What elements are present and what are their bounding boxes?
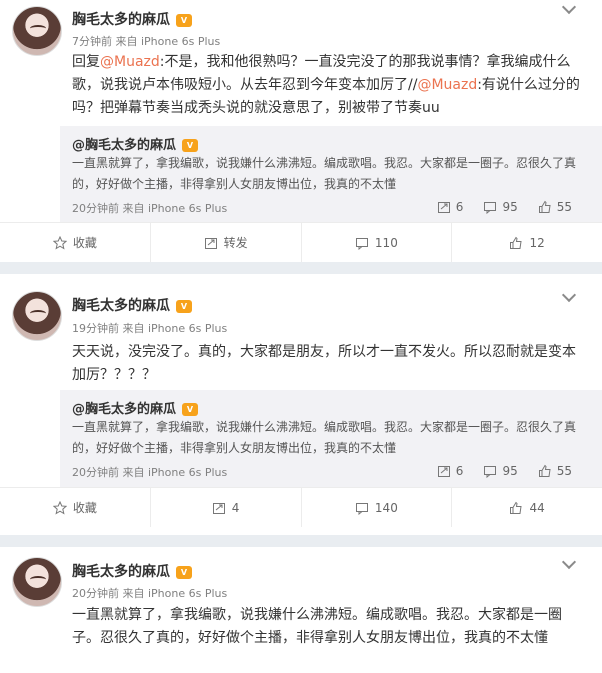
post-meta: 20分钟前 来自 iPhone 6s Plus (72, 587, 228, 600)
quoted-author[interactable]: @胸毛太多的麻瓜 V (72, 134, 199, 153)
mention-link[interactable]: @Muazd (417, 77, 477, 93)
favorite-button[interactable]: 收藏 (0, 223, 151, 262)
vip-badge-icon: V (176, 300, 192, 313)
like-button[interactable]: 44 (452, 488, 602, 527)
avatar[interactable] (12, 557, 62, 607)
chevron-down-icon[interactable] (561, 0, 577, 15)
repost-icon (437, 464, 451, 478)
chevron-down-icon[interactable] (561, 554, 577, 570)
thumbs-up-icon (538, 464, 552, 478)
author-name[interactable]: 胸毛太多的麻瓜 V (72, 561, 192, 581)
post-meta: 19分钟前 来自 iPhone 6s Plus (72, 322, 228, 335)
vip-badge-icon: V (182, 139, 199, 152)
avatar[interactable] (12, 291, 62, 341)
author-name[interactable]: 胸毛太多的麻瓜 V (72, 295, 192, 315)
quoted-repost[interactable]: 6 (437, 464, 463, 478)
quoted-comment[interactable]: 95 (483, 200, 518, 214)
quoted-like[interactable]: 55 (538, 200, 572, 214)
vip-badge-icon: V (176, 566, 192, 579)
repost-button[interactable]: 转发 (151, 223, 302, 262)
repost-button[interactable]: 4 (151, 488, 302, 527)
quoted-meta: 20分钟前 来自 iPhone 6s Plus (72, 466, 228, 479)
post-text: 一直黑就算了，拿我编歌，说我嫌什么沸沸短。编成歌唱。我忍。大家都是一圈子。忍很久… (72, 607, 562, 646)
vip-badge-icon: V (176, 14, 192, 27)
post-card: 胸毛太多的麻瓜 V 7分钟前 来自 iPhone 6s Plus 回复@Muazd… (0, 0, 602, 262)
author-name[interactable]: 胸毛太多的麻瓜 V (72, 9, 192, 29)
quoted-post[interactable]: @胸毛太多的麻瓜 V 一直黑就算了，拿我编歌，说我嫌什么沸沸短。编成歌唱。我忍。大… (60, 126, 602, 222)
mention-link[interactable]: @Muazd (100, 54, 160, 70)
comment-icon (355, 501, 369, 515)
quoted-comment[interactable]: 95 (483, 464, 518, 478)
repost-icon (437, 200, 451, 214)
thumbs-up-icon (509, 236, 523, 250)
action-bar: 收藏 4 140 44 (0, 487, 602, 527)
thumbs-up-icon (509, 501, 523, 515)
thumbs-up-icon (538, 200, 552, 214)
quoted-stats: 6 95 55 (437, 464, 572, 478)
comment-icon (483, 200, 497, 214)
post-meta: 7分钟前 来自 iPhone 6s Plus (72, 35, 221, 48)
comment-button[interactable]: 140 (302, 488, 453, 527)
quoted-like[interactable]: 55 (538, 464, 572, 478)
quoted-meta: 20分钟前 来自 iPhone 6s Plus (72, 202, 228, 215)
comment-button[interactable]: 110 (302, 223, 453, 262)
quoted-stats: 6 95 55 (437, 200, 572, 214)
vip-badge-icon: V (182, 403, 199, 416)
comment-icon (483, 464, 497, 478)
comment-icon (355, 236, 369, 250)
star-icon (52, 500, 67, 515)
repost-icon (212, 501, 226, 515)
quoted-text: 一直黑就算了，拿我编歌，说我嫌什么沸沸短。编成歌唱。我忍。大家都是一圈子。忍很久… (72, 156, 577, 191)
repost-icon (204, 236, 218, 250)
post-card: 胸毛太多的麻瓜 V 19分钟前 来自 iPhone 6s Plus 天天说，没完没… (0, 274, 602, 535)
action-bar: 收藏 转发 110 12 (0, 222, 602, 262)
post-text: 回复@Muazd:不是，我和他很熟吗？一直没完没了的那我说事情？拿我编成什么歌，… (72, 54, 580, 116)
like-button[interactable]: 12 (452, 223, 602, 262)
favorite-button[interactable]: 收藏 (0, 488, 151, 527)
quoted-repost[interactable]: 6 (437, 200, 463, 214)
star-icon (52, 235, 67, 250)
quoted-post[interactable]: @胸毛太多的麻瓜 V 一直黑就算了，拿我编歌，说我嫌什么沸沸短。编成歌唱。我忍。大… (60, 390, 602, 487)
avatar[interactable] (12, 6, 62, 56)
weibo-feed: 胸毛太多的麻瓜 V 7分钟前 来自 iPhone 6s Plus 回复@Muazd… (0, 0, 602, 673)
chevron-down-icon[interactable] (561, 287, 577, 303)
quoted-text: 一直黑就算了，拿我编歌，说我嫌什么沸沸短。编成歌唱。我忍。大家都是一圈子。忍很久… (72, 420, 577, 455)
post-card: 胸毛太多的麻瓜 V 20分钟前 来自 iPhone 6s Plus 一直黑就算了，… (0, 547, 602, 673)
post-text: 天天说，没完没了。真的，大家都是朋友，所以才一直不发火。所以忍耐就是变本加厉？？… (72, 344, 576, 383)
quoted-author[interactable]: @胸毛太多的麻瓜 V (72, 398, 199, 417)
